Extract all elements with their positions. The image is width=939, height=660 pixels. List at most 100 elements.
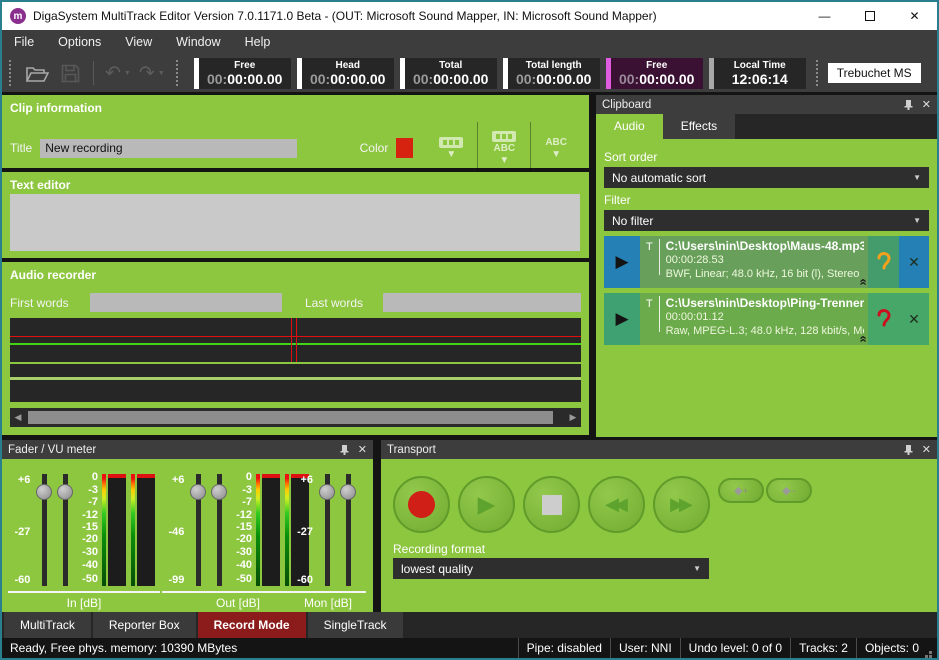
menu-help[interactable]: Help bbox=[233, 30, 283, 54]
redo-caret-icon[interactable]: ▼ bbox=[158, 70, 165, 77]
filter-select[interactable]: No filter ▼ bbox=[604, 210, 929, 231]
clip-color-swatch[interactable] bbox=[396, 138, 413, 158]
play-item-button[interactable]: ▶ bbox=[604, 293, 640, 345]
pin-icon[interactable] bbox=[904, 444, 913, 456]
first-words-label: First words bbox=[10, 296, 90, 310]
sort-order-select[interactable]: No automatic sort ▼ bbox=[604, 167, 929, 188]
open-file-button[interactable] bbox=[25, 64, 49, 83]
clip-title-input[interactable] bbox=[40, 139, 296, 158]
record-button[interactable] bbox=[393, 476, 450, 533]
clipboard-item[interactable]: ▶ T C:\Users\nin\Desktop\Ping-Trenner.MP… bbox=[604, 293, 929, 345]
remove-item-button[interactable]: ✕ bbox=[899, 293, 929, 345]
menu-file[interactable]: File bbox=[2, 30, 46, 54]
counter-prefix: 00: bbox=[310, 71, 330, 87]
vu-group-caption: Mon [dB] bbox=[290, 591, 366, 610]
tab-multitrack[interactable]: MultiTrack bbox=[4, 612, 91, 638]
close-panel-icon[interactable]: ✕ bbox=[922, 443, 931, 456]
save-button[interactable] bbox=[61, 64, 80, 83]
scrollbar-thumb[interactable] bbox=[28, 411, 553, 424]
chevron-down-icon: ▼ bbox=[693, 564, 701, 573]
sort-order-value: No automatic sort bbox=[612, 171, 706, 185]
fader-vu-header-title: Fader / VU meter bbox=[8, 444, 96, 456]
close-button[interactable]: ✕ bbox=[892, 2, 937, 30]
tab-singletrack[interactable]: SingleTrack bbox=[308, 612, 403, 638]
close-panel-icon[interactable]: ✕ bbox=[922, 98, 931, 111]
scroll-right-icon[interactable]: ▶ bbox=[565, 412, 581, 423]
fader-knob[interactable] bbox=[319, 484, 335, 500]
clipboard-item[interactable]: ▶ T C:\Users\nin\Desktop\Maus-48.mp3.wav… bbox=[604, 236, 929, 288]
rewind-button[interactable]: ◀◀ bbox=[588, 476, 645, 533]
first-words-input[interactable] bbox=[90, 293, 282, 312]
undo-caret-icon[interactable]: ▼ bbox=[124, 70, 131, 77]
maximize-button[interactable] bbox=[847, 2, 892, 30]
item-duration: 00:00:01.12 bbox=[666, 310, 864, 324]
fader-slider[interactable] bbox=[319, 474, 336, 586]
chevron-down-icon: ▼ bbox=[551, 150, 561, 159]
fader-knob[interactable] bbox=[36, 484, 52, 500]
toolbar-grip[interactable] bbox=[9, 60, 12, 86]
expand-chevron-icon[interactable]: « bbox=[858, 278, 868, 285]
last-words-input[interactable] bbox=[383, 293, 581, 312]
color-text-preset-dropdown[interactable]: ABC ▼ bbox=[478, 131, 530, 165]
waveform-display[interactable] bbox=[10, 318, 581, 402]
scrollbar-track[interactable] bbox=[26, 410, 565, 425]
recording-format-value: lowest quality bbox=[401, 562, 473, 576]
menu-view[interactable]: View bbox=[113, 30, 164, 54]
counter-total: Total 00:00:00.00 bbox=[400, 58, 497, 89]
chevron-down-icon: ▼ bbox=[446, 150, 456, 159]
fader-slider[interactable] bbox=[57, 474, 74, 586]
vu-group-mon: +6 -27 -60 Mon [dB] bbox=[290, 474, 366, 610]
rewind-icon: ◀◀ bbox=[605, 494, 628, 515]
pin-icon[interactable] bbox=[340, 444, 349, 456]
toolbar: ↶ ▼ ↷ ▼ Free 00:00:00.00 Head 00:00:00.0… bbox=[2, 54, 937, 92]
fader-knob[interactable] bbox=[340, 484, 356, 500]
recording-format-select[interactable]: lowest quality ▼ bbox=[393, 558, 709, 579]
minimize-button[interactable]: — bbox=[802, 2, 847, 30]
fader-slider[interactable] bbox=[36, 474, 53, 586]
redo-button[interactable]: ↷ ▼ bbox=[139, 62, 165, 85]
scroll-left-icon[interactable]: ◀ bbox=[10, 412, 26, 423]
abc-label: ABC bbox=[545, 138, 567, 148]
waveform-scrollbar[interactable]: ◀ ▶ bbox=[10, 408, 581, 427]
add-marker-button[interactable]: ◆+ bbox=[718, 478, 764, 503]
play-button[interactable]: ▶ bbox=[458, 476, 515, 533]
prelisten-button[interactable] bbox=[868, 236, 899, 288]
remove-marker-button[interactable]: ◆− bbox=[766, 478, 812, 503]
close-panel-icon[interactable]: ✕ bbox=[358, 443, 367, 456]
pin-icon[interactable] bbox=[904, 99, 913, 111]
fader-knob[interactable] bbox=[190, 484, 206, 500]
play-icon: ▶ bbox=[615, 309, 628, 329]
prelisten-button[interactable] bbox=[868, 293, 899, 345]
menu-window[interactable]: Window bbox=[164, 30, 232, 54]
color-preset-dropdown[interactable]: ▼ bbox=[425, 137, 477, 159]
item-path: C:\Users\nin\Desktop\Ping-Trenner.MP3 bbox=[666, 296, 864, 310]
fader-slider[interactable] bbox=[211, 474, 228, 586]
tab-effects[interactable]: Effects bbox=[663, 114, 735, 139]
tab-record-mode[interactable]: Record Mode bbox=[198, 612, 306, 638]
remove-item-button[interactable]: ✕ bbox=[899, 236, 929, 288]
text-editor-area[interactable] bbox=[10, 194, 580, 251]
toolbar-grip[interactable] bbox=[176, 60, 179, 86]
stop-button[interactable] bbox=[523, 476, 580, 533]
redo-icon: ↷ bbox=[139, 62, 155, 85]
expand-chevron-icon[interactable]: « bbox=[858, 335, 868, 342]
undo-button[interactable]: ↶ ▼ bbox=[105, 62, 131, 85]
fader-knob[interactable] bbox=[211, 484, 227, 500]
play-item-button[interactable]: ▶ bbox=[604, 236, 640, 288]
vu-group-in: +6 -27 -60 0-3 -7-12 -15-20 -30-40 -50 bbox=[8, 474, 160, 610]
filter-value: No filter bbox=[612, 214, 653, 228]
menu-options[interactable]: Options bbox=[46, 30, 113, 54]
toolbar-grip[interactable] bbox=[816, 60, 819, 86]
font-selector[interactable]: Trebuchet MS bbox=[828, 63, 921, 83]
fader-slider[interactable] bbox=[340, 474, 357, 586]
last-words-label: Last words bbox=[305, 296, 383, 310]
fast-forward-button[interactable]: ▶▶ bbox=[653, 476, 710, 533]
counter-value: 00:00.00 bbox=[639, 71, 694, 87]
text-preset-dropdown[interactable]: ABC ▼ bbox=[531, 138, 581, 159]
tab-reporter-box[interactable]: Reporter Box bbox=[93, 612, 196, 638]
resize-grip[interactable] bbox=[929, 651, 932, 654]
close-icon: ✕ bbox=[908, 311, 920, 328]
fader-knob[interactable] bbox=[57, 484, 73, 500]
tab-audio[interactable]: Audio bbox=[596, 114, 663, 139]
fader-slider[interactable] bbox=[190, 474, 207, 586]
